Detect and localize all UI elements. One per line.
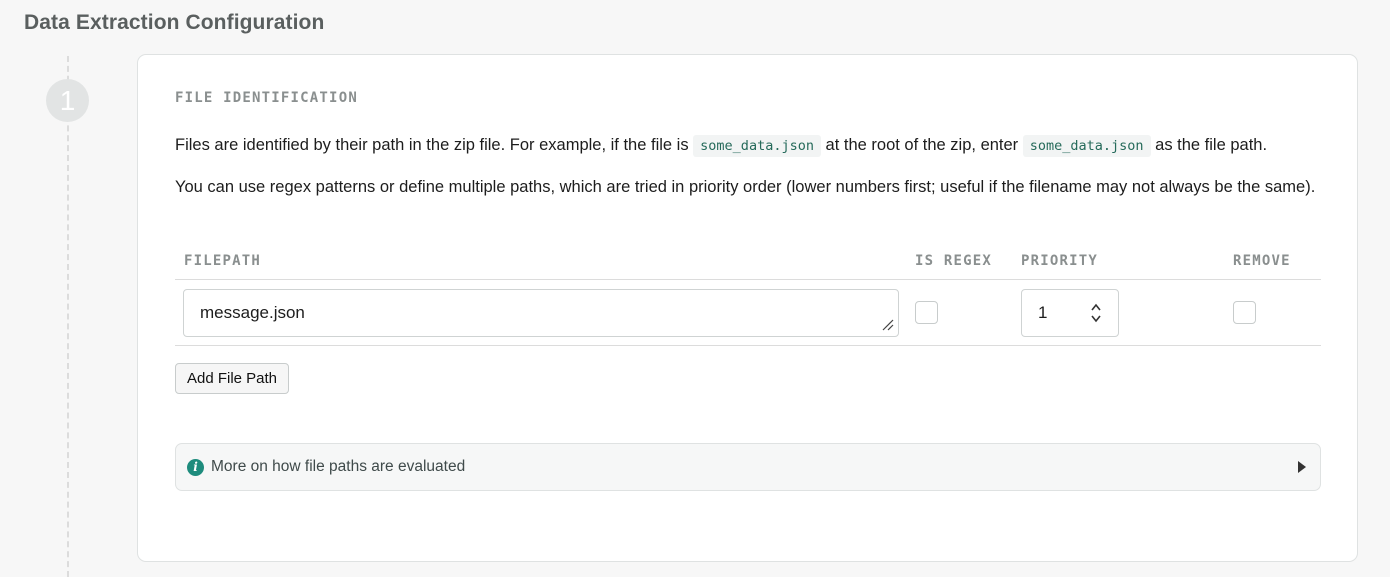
table-row-divider: [175, 345, 1321, 346]
column-header-remove: REMOVE: [1233, 253, 1291, 269]
info-icon: i: [187, 458, 204, 476]
priority-value: 1: [1038, 303, 1048, 322]
timeline-connector: [67, 56, 69, 577]
table-header-divider: [175, 279, 1321, 280]
column-header-filepath: FILEPATH: [184, 253, 262, 269]
is-regex-checkbox[interactable]: [915, 301, 938, 324]
example-filename-code: some_data.json: [693, 135, 821, 157]
file-identification-card: FILE IDENTIFICATION Files are identified…: [137, 54, 1358, 562]
file-path-help-disclosure[interactable]: i More on how file paths are evaluated: [175, 443, 1321, 491]
resize-handle-icon[interactable]: [882, 319, 894, 331]
description-paragraph: Files are identified by their path in th…: [175, 133, 1325, 159]
example-filepath-code: some_data.json: [1022, 135, 1151, 157]
remove-row-checkbox[interactable]: [1233, 301, 1256, 324]
step-number-badge: 1: [46, 79, 89, 122]
description-text: at the root of the zip, enter: [820, 136, 1023, 154]
page-title: Data Extraction Configuration: [24, 11, 325, 34]
column-header-priority: PRIORITY: [1021, 253, 1099, 269]
description-text: as the file path.: [1150, 136, 1268, 154]
column-header-is-regex: IS REGEX: [915, 253, 993, 269]
regex-help-paragraph: You can use regex patterns or define mul…: [175, 178, 1316, 196]
add-file-path-button[interactable]: Add File Path: [175, 363, 289, 394]
filepath-input-value: message.json: [200, 303, 305, 322]
section-title: FILE IDENTIFICATION: [175, 90, 358, 106]
description-text: Files are identified by their path in th…: [175, 136, 694, 154]
priority-stepper[interactable]: 1: [1021, 289, 1119, 337]
spinner-arrows-icon[interactable]: [1090, 302, 1102, 324]
caret-right-icon[interactable]: [1298, 461, 1306, 473]
disclosure-label: More on how file paths are evaluated: [211, 458, 466, 475]
filepath-input[interactable]: message.json: [183, 289, 899, 337]
